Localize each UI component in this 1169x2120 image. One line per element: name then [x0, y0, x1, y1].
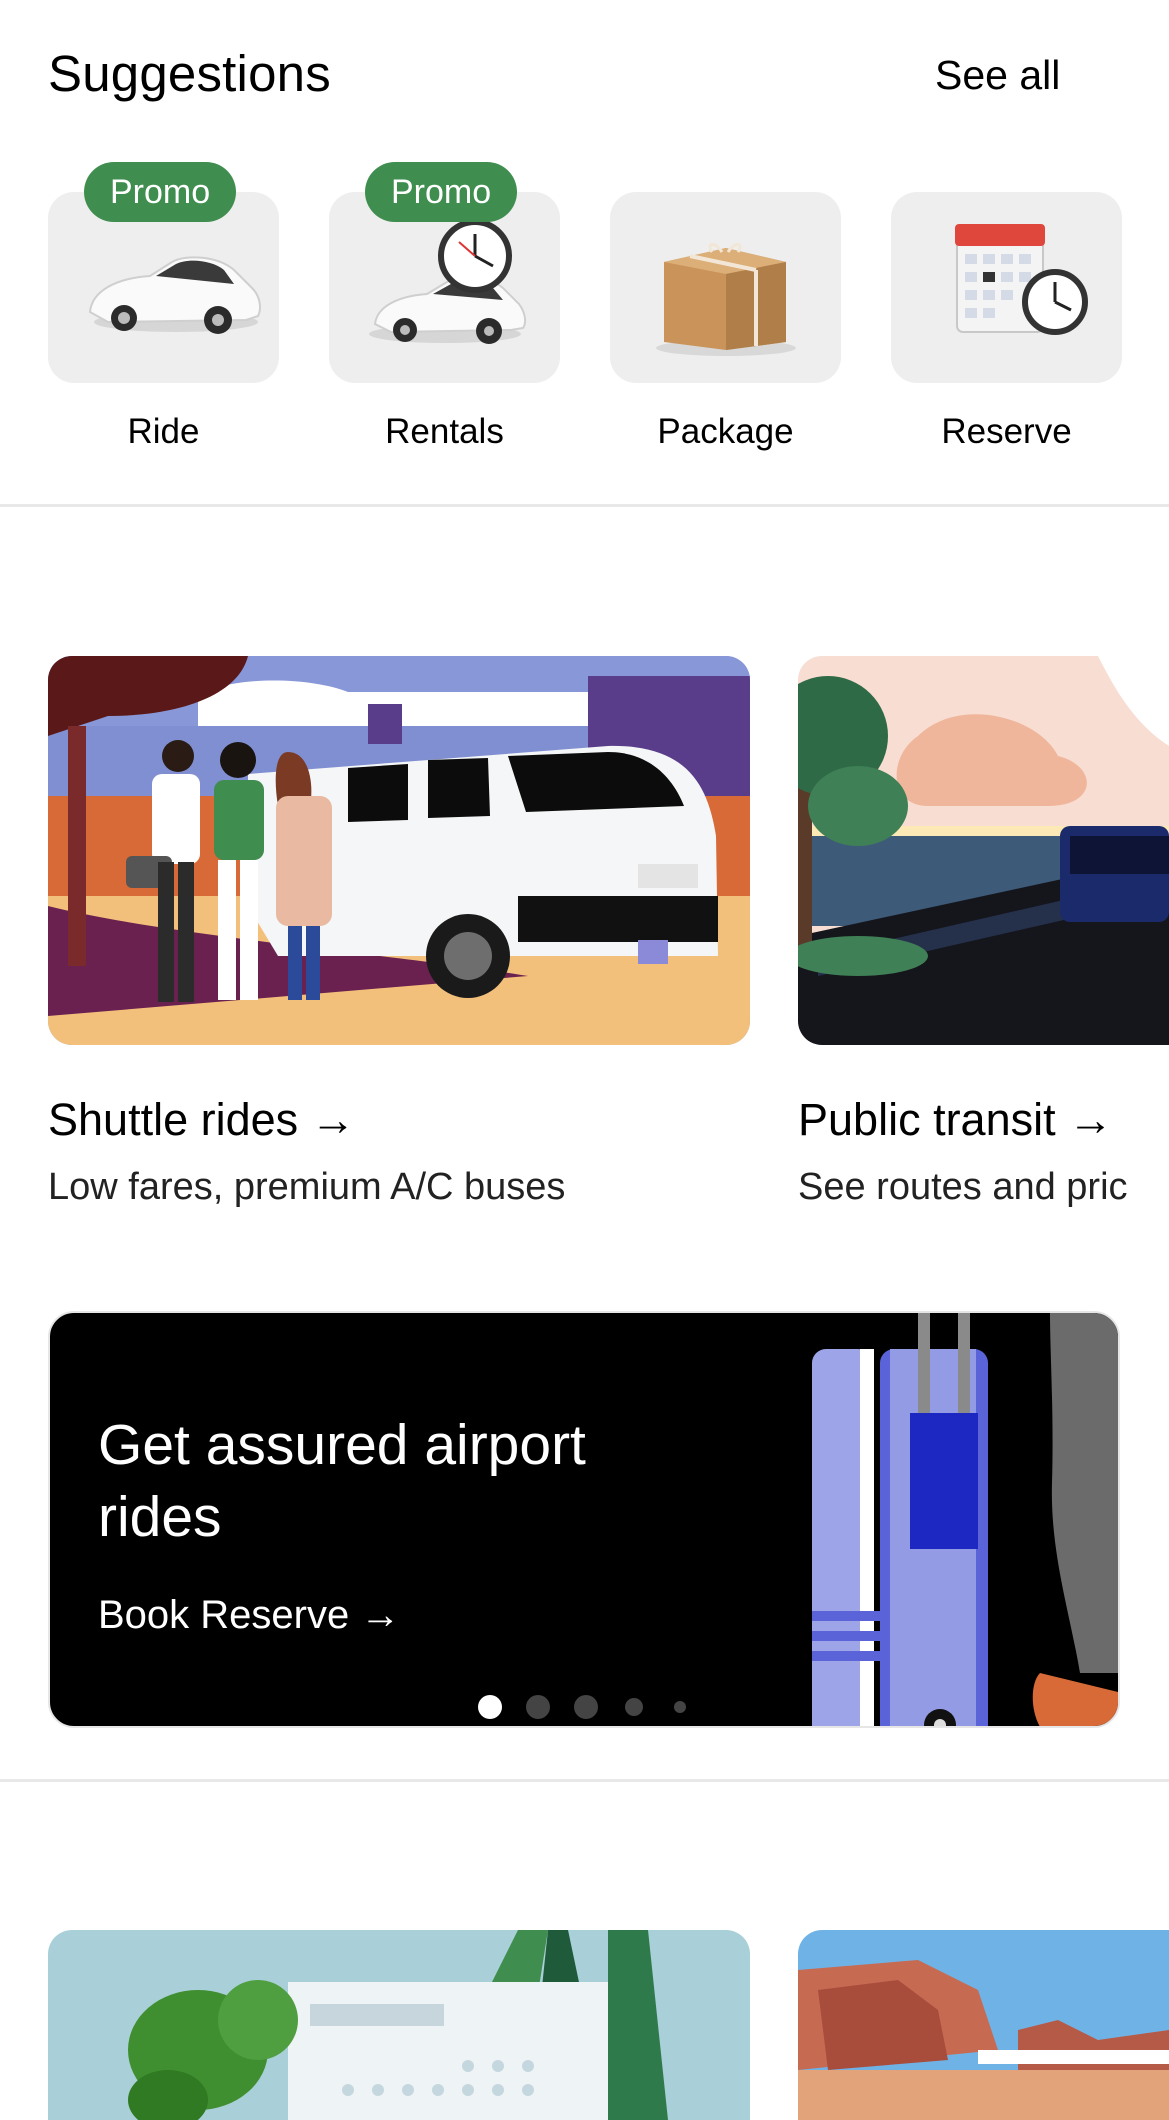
- promo-badge: Promo: [365, 162, 518, 222]
- desert-illustration: [798, 1930, 1169, 2120]
- carousel-dot[interactable]: [574, 1695, 598, 1719]
- shuttle-rides-title[interactable]: Shuttle rides →: [48, 1094, 356, 1146]
- banner-title: Get assured airport rides: [98, 1413, 586, 1549]
- suggestion-tile-package[interactable]: [610, 192, 841, 383]
- carousel-dot[interactable]: [625, 1698, 643, 1716]
- shuttle-rides-image[interactable]: [48, 656, 750, 1045]
- shuttle-rides-subtitle: Low fares, premium A/C buses: [48, 1166, 566, 1208]
- carousel-dot[interactable]: [526, 1695, 550, 1719]
- suggestion-label-ride: Ride: [127, 412, 200, 451]
- suggestions-heading: Suggestions: [48, 45, 331, 102]
- section-divider: [0, 1779, 1169, 1782]
- suggestion-label-package: Package: [657, 412, 794, 451]
- carousel-dot-active[interactable]: [478, 1695, 502, 1719]
- transit-illustration: [798, 656, 1169, 1045]
- bottom-card-image-1[interactable]: [48, 1930, 750, 2120]
- luggage-illustration: [812, 1313, 1118, 1726]
- promo-badge: Promo: [84, 162, 237, 222]
- suggestion-tile-ride[interactable]: Promo: [48, 162, 279, 383]
- see-all-link[interactable]: See all: [935, 52, 1060, 99]
- section-divider: [0, 504, 1169, 507]
- public-transit-subtitle: See routes and pric: [798, 1166, 1128, 1208]
- package-icon: [656, 243, 796, 356]
- bottom-card-image-2[interactable]: [798, 1930, 1169, 2120]
- suggestion-label-rentals: Rentals: [385, 412, 504, 451]
- shuttle-illustration: [48, 656, 750, 1045]
- suggestion-tile-rentals[interactable]: Promo: [329, 162, 560, 383]
- plant-document-illustration: [48, 1930, 750, 2120]
- public-transit-image[interactable]: [798, 656, 1169, 1045]
- book-reserve-link[interactable]: Book Reserve →: [98, 1593, 400, 1638]
- calendar-clock-icon: [955, 224, 1088, 335]
- airport-rides-banner[interactable]: Get assured airport rides Book Reserve →: [48, 1311, 1120, 1728]
- suggestion-label-reserve: Reserve: [941, 412, 1072, 451]
- public-transit-title[interactable]: Public transit →: [798, 1094, 1113, 1146]
- carousel-dot[interactable]: [674, 1701, 686, 1713]
- suggestion-tile-reserve[interactable]: [891, 192, 1122, 383]
